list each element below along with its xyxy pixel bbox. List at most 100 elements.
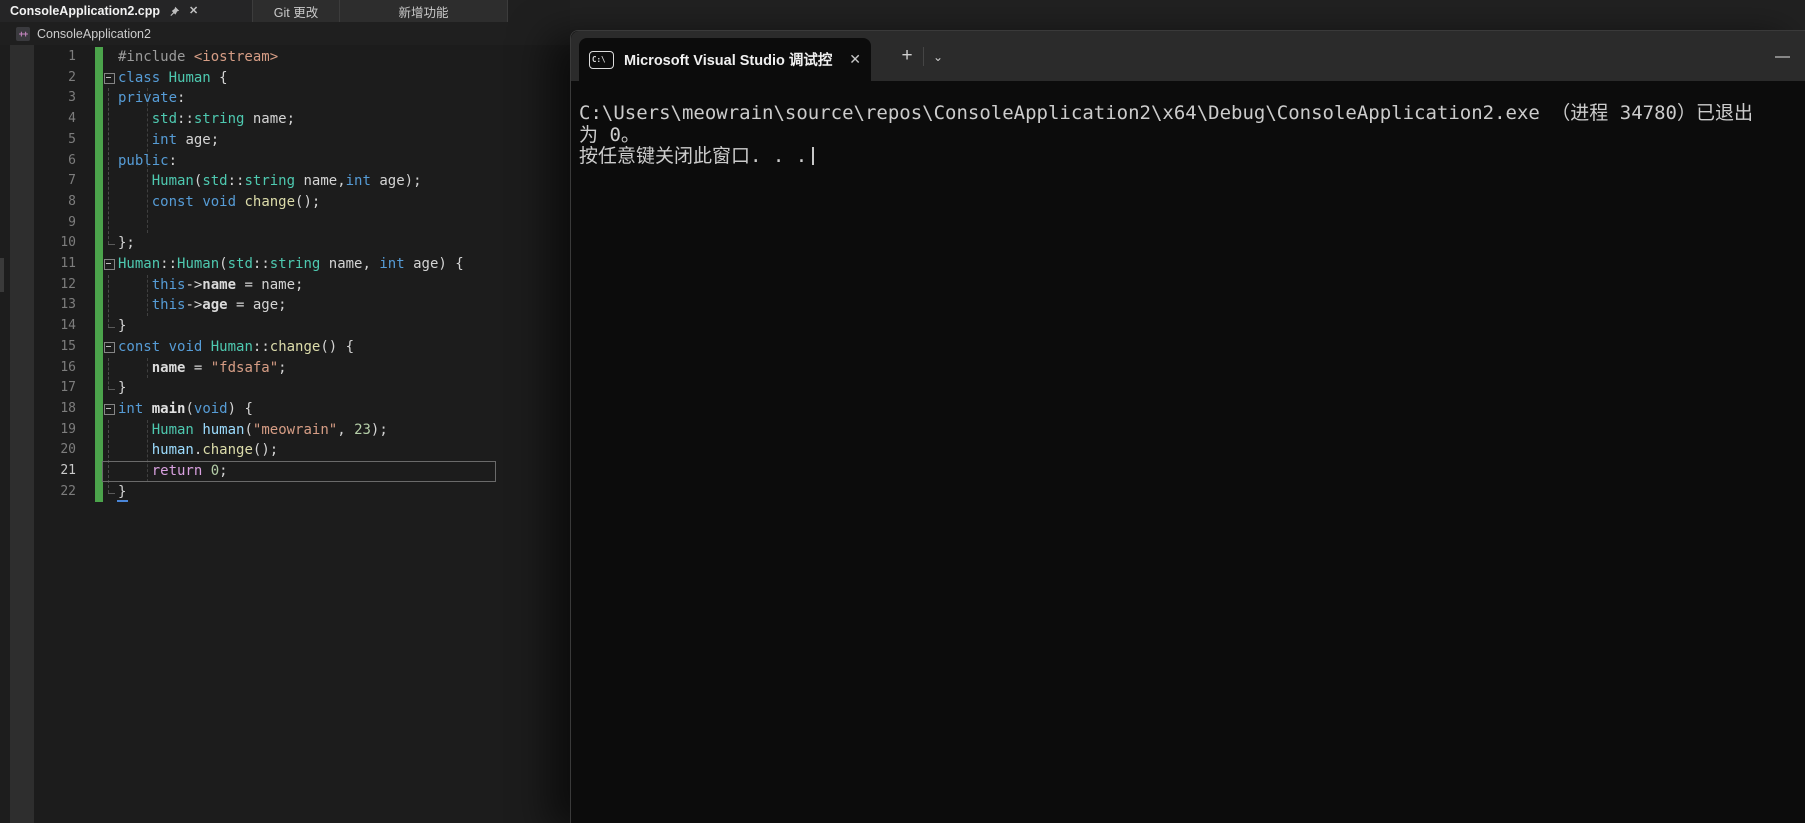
- editor-left-edge: [0, 45, 10, 823]
- code-line-3[interactable]: private:: [118, 88, 185, 109]
- close-icon[interactable]: ✕: [189, 6, 198, 17]
- code-line-11[interactable]: Human::Human(std::string name, int age) …: [118, 254, 464, 275]
- code-token: (: [219, 256, 227, 272]
- code-token: "fdsafa": [211, 360, 278, 376]
- code-token: age: [202, 297, 227, 313]
- code-line-15[interactable]: const void Human::change() {: [118, 337, 354, 358]
- code-token: [118, 277, 152, 293]
- code-token: );: [371, 422, 388, 438]
- change-tracking-bar: [95, 47, 103, 502]
- code-line-22[interactable]: }: [118, 482, 126, 503]
- fold-collapse-icon[interactable]: [104, 342, 115, 353]
- tab-ConsoleApplication2.cpp[interactable]: ConsoleApplication2.cpp✕: [0, 0, 253, 22]
- code-line-17[interactable]: }: [118, 378, 126, 399]
- fold-collapse-icon[interactable]: [104, 259, 115, 270]
- terminal-line: 为 0。: [579, 125, 1805, 147]
- code-line-13[interactable]: this->age = age;: [118, 295, 287, 316]
- fold-collapse-icon[interactable]: [104, 73, 115, 84]
- code-token: string: [194, 111, 245, 127]
- terminal-output[interactable]: C:\Users\meowrain\source\repos\ConsoleAp…: [571, 81, 1805, 823]
- code-token: }: [118, 380, 126, 396]
- line-number: 3: [35, 90, 76, 105]
- tab-label: Git 更改: [274, 2, 318, 21]
- tab-新增功能[interactable]: 新增功能: [340, 0, 508, 22]
- code-token: const: [152, 194, 194, 210]
- code-token: {: [211, 70, 228, 86]
- code-token: <iostream>: [194, 49, 278, 65]
- code-token: std: [228, 256, 253, 272]
- code-token: change: [202, 442, 253, 458]
- code-token: [160, 339, 168, 355]
- code-token: string: [244, 173, 295, 189]
- code-line-4[interactable]: std::string name;: [118, 109, 295, 130]
- code-token: ,: [337, 422, 354, 438]
- code-token: [118, 173, 152, 189]
- line-number: 11: [35, 256, 76, 271]
- fold-collapse-icon[interactable]: [104, 404, 115, 415]
- chevron-down-icon[interactable]: ⌄: [929, 45, 947, 69]
- terminal-window: C:\ Microsoft Visual Studio 调试控 ✕ + ⌄ — …: [570, 30, 1805, 823]
- code-token: int: [152, 132, 177, 148]
- code-token: }: [118, 484, 126, 500]
- code-token: ();: [295, 194, 320, 210]
- fold-guide-corner: [108, 389, 115, 390]
- code-line-19[interactable]: Human human("meowrain", 23);: [118, 420, 388, 441]
- code-token: [143, 401, 151, 417]
- code-token: }: [118, 318, 126, 334]
- new-tab-button[interactable]: +: [896, 45, 918, 67]
- code-token: void: [169, 339, 203, 355]
- code-token: name;: [244, 111, 295, 127]
- code-editor[interactable]: 1#include <iostream>2class Human {3priva…: [0, 45, 570, 823]
- code-token: human: [152, 442, 194, 458]
- code-line-6[interactable]: public:: [118, 151, 177, 172]
- fold-guide: [108, 88, 109, 244]
- code-token: age);: [371, 173, 422, 189]
- code-line-16[interactable]: name = "fdsafa";: [118, 358, 287, 379]
- code-token: void: [194, 401, 228, 417]
- code-token: :: [169, 153, 177, 169]
- screen: ConsoleApplication2.cpp✕ Git 更改 新增功能 ++ Co…: [0, 0, 1805, 823]
- code-line-5[interactable]: int age;: [118, 130, 219, 151]
- tab-Git 更改[interactable]: Git 更改: [253, 0, 340, 22]
- fold-guide: [108, 358, 109, 390]
- terminal-title-bar[interactable]: C:\ Microsoft Visual Studio 调试控 ✕ + ⌄ —: [571, 31, 1805, 81]
- code-line-12[interactable]: this->name = name;: [118, 275, 303, 296]
- code-token: this: [152, 277, 186, 293]
- line-number: 14: [35, 318, 76, 333]
- code-line-18[interactable]: int main(void) {: [118, 399, 253, 420]
- minimize-button[interactable]: —: [1759, 39, 1805, 73]
- code-token: public: [118, 153, 169, 169]
- line-number: 9: [35, 215, 76, 230]
- code-token: Human: [152, 173, 194, 189]
- code-token: ::: [253, 339, 270, 355]
- code-token: [118, 442, 152, 458]
- code-line-14[interactable]: }: [118, 316, 126, 337]
- code-token: ::: [177, 111, 194, 127]
- code-token: name: [152, 360, 186, 376]
- code-line-10[interactable]: };: [118, 233, 135, 254]
- code-token: = age;: [228, 297, 287, 313]
- editor-tab-bar: ConsoleApplication2.cpp✕ Git 更改 新增功能: [0, 0, 508, 22]
- code-token: [118, 132, 152, 148]
- line-number: 16: [35, 360, 76, 375]
- breadcrumb[interactable]: ++ ConsoleApplication2: [0, 22, 570, 45]
- line-number: 19: [35, 422, 76, 437]
- breakpoint-margin[interactable]: [10, 45, 34, 823]
- code-line-8[interactable]: const void change();: [118, 192, 320, 213]
- line-number: 5: [35, 132, 76, 147]
- fold-guide-corner: [108, 493, 115, 494]
- code-token: name,: [295, 173, 346, 189]
- code-token: [202, 339, 210, 355]
- terminal-tab[interactable]: C:\ Microsoft Visual Studio 调试控 ✕: [579, 38, 871, 81]
- code-token: ) {: [228, 401, 253, 417]
- code-line-2[interactable]: class Human {: [118, 68, 228, 89]
- pin-icon[interactable]: [169, 6, 180, 17]
- code-token: [118, 194, 152, 210]
- code-line-7[interactable]: Human(std::string name,int age);: [118, 171, 422, 192]
- terminal-tab-close-icon[interactable]: ✕: [849, 51, 861, 68]
- code-token: Human: [118, 256, 160, 272]
- code-token: ::: [160, 256, 177, 272]
- code-token: age;: [177, 132, 219, 148]
- code-line-1[interactable]: #include <iostream>: [118, 47, 278, 68]
- code-line-20[interactable]: human.change();: [118, 440, 278, 461]
